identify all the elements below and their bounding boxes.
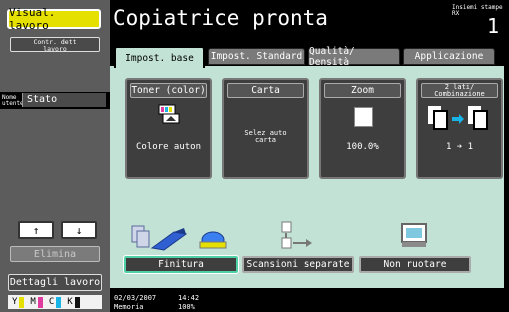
status-memory-percent: 100% <box>178 303 195 311</box>
zoom-value: 100.0% <box>346 142 379 152</box>
toner-k-bar <box>74 296 80 308</box>
duplex-mode-icon <box>428 106 488 130</box>
status-time: 14:42 <box>178 294 200 302</box>
duplex-title-line2: Combinazione <box>434 89 485 98</box>
toner-k-label: K <box>67 297 73 307</box>
delete-button[interactable]: Elimina <box>10 246 100 262</box>
toner-y-label: Y <box>12 297 18 307</box>
print-sets-label-line1: Insiemi stampe <box>452 4 503 11</box>
job-detail-check-button[interactable]: Contr. dett lavoro <box>10 37 100 52</box>
toner-m-bar <box>37 296 43 308</box>
separate-scan-icon <box>281 221 312 249</box>
toner-color-value: Colore auton <box>135 142 202 152</box>
toner-y-bar <box>19 296 25 308</box>
page-title: Copiatrice pronta <box>113 6 328 30</box>
job-detail-check-label-line2: lavoro <box>43 44 67 53</box>
no-rotate-icon <box>401 223 427 247</box>
paper-card[interactable]: Carta Selez auto carta <box>222 78 309 179</box>
column-status: Stato <box>22 93 106 107</box>
down-arrow-icon: ↓ <box>75 223 83 237</box>
color-palette-icon <box>158 104 180 124</box>
status-memory-label: Memoria <box>114 303 144 311</box>
no-rotate-button[interactable]: Non ruotare <box>359 256 471 273</box>
column-user-name: Nome utente <box>2 95 24 107</box>
duplex-combine-card[interactable]: 2 lati/ Combinazione 1 ➔ 1 <box>416 78 503 179</box>
toner-color-card-title: Toner (color) <box>130 83 207 98</box>
zoom-card-title: Zoom <box>324 83 401 98</box>
job-details-button[interactable]: Dettagli lavoro <box>8 274 102 291</box>
toner-color-card[interactable]: Toner (color) Colore auton <box>125 78 212 179</box>
scroll-down-button[interactable]: ↓ <box>61 221 97 239</box>
up-arrow-icon: ↑ <box>32 223 40 237</box>
tab-quality-density[interactable]: Qualità/ Densità <box>308 46 400 68</box>
finishing-button[interactable]: Finitura <box>123 255 239 274</box>
zoom-card[interactable]: Zoom 100.0% <box>319 78 406 179</box>
toner-c-bar <box>56 296 62 308</box>
paper-value-line2: carta <box>254 136 277 144</box>
paper-card-title: Carta <box>227 83 304 98</box>
toner-c-label: C <box>48 297 55 307</box>
tab-basic-settings[interactable]: Impost. base <box>114 46 205 68</box>
tab-standard-settings[interactable]: Impost. Standard <box>208 48 305 65</box>
toner-m-label: M <box>30 297 36 307</box>
visual-job-button[interactable]: Visual. lavoro <box>7 6 101 32</box>
paper-value: Selez auto carta <box>224 130 307 144</box>
zoom-page-icon <box>354 107 373 127</box>
finishing-icon <box>131 225 227 251</box>
print-sets-count: 1 <box>487 14 500 38</box>
tab-application[interactable]: Applicazione <box>403 48 495 65</box>
duplex-value: 1 ➔ 1 <box>445 142 474 152</box>
column-user-name-line2: utente <box>2 100 24 107</box>
status-date: 02/03/2007 <box>114 294 157 302</box>
toner-level-indicator: Y M C K <box>8 295 102 309</box>
scroll-up-button[interactable]: ↑ <box>18 221 54 239</box>
status-bar <box>110 288 509 312</box>
duplex-combine-card-title: 2 lati/ Combinazione <box>421 83 498 98</box>
separate-scan-button[interactable]: Scansioni separate <box>242 256 354 273</box>
